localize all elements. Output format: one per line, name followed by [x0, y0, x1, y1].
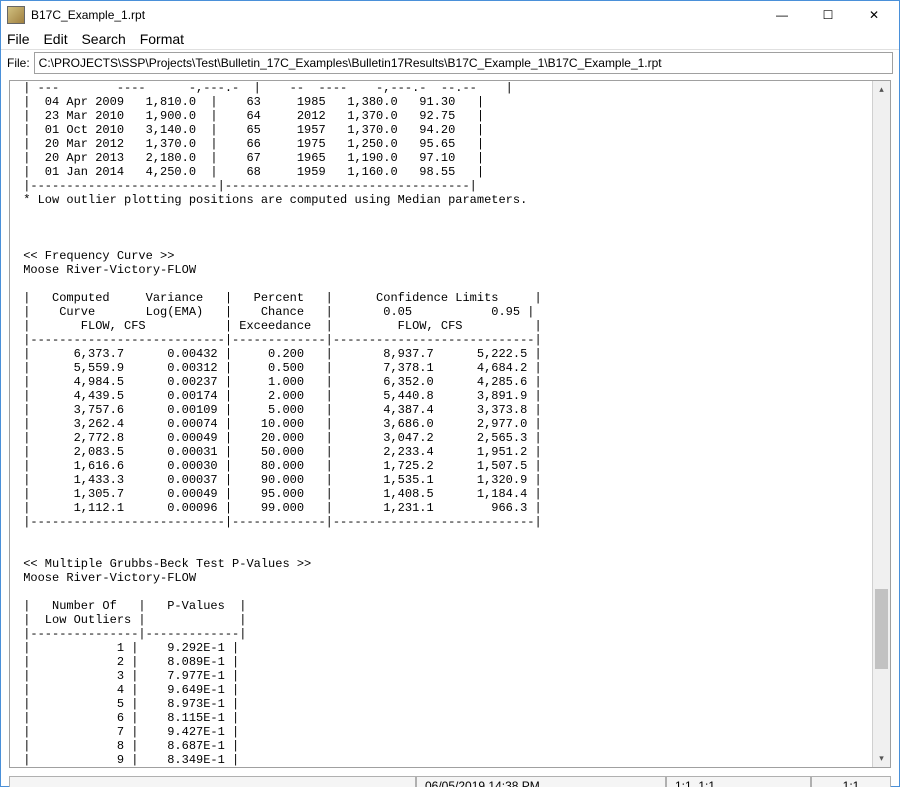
window-title: B17C_Example_1.rpt [31, 8, 759, 22]
status-timestamp: 06/05/2019 14:38 PM [416, 776, 666, 787]
status-position: 1:1..1:1 [666, 776, 811, 787]
minimize-button[interactable]: — [759, 1, 805, 29]
menu-file[interactable]: File [7, 31, 30, 47]
close-button[interactable]: ✕ [851, 1, 897, 29]
report-text[interactable]: | --- ---- -,---.- | -- ---- -,---.- --.… [10, 81, 872, 767]
menu-edit[interactable]: Edit [43, 31, 67, 47]
file-path-bar: File: [1, 50, 899, 76]
maximize-button[interactable]: ☐ [805, 1, 851, 29]
report-viewport: | --- ---- -,---.- | -- ---- -,---.- --.… [9, 80, 891, 768]
menubar: File Edit Search Format [1, 29, 899, 50]
scroll-up-arrow-icon[interactable]: ▴ [873, 81, 890, 98]
scroll-thumb[interactable] [875, 589, 888, 669]
statusbar: 06/05/2019 14:38 PM 1:1..1:1 1:1 [1, 774, 899, 787]
menu-format[interactable]: Format [140, 31, 184, 47]
app-icon [7, 6, 25, 24]
file-path-input[interactable] [34, 52, 893, 74]
file-label: File: [7, 56, 30, 70]
app-window: B17C_Example_1.rpt — ☐ ✕ File Edit Searc… [0, 0, 900, 787]
status-selection: 1:1 [811, 776, 891, 787]
titlebar: B17C_Example_1.rpt — ☐ ✕ [1, 1, 899, 29]
status-spacer-1 [9, 776, 416, 787]
scroll-down-arrow-icon[interactable]: ▾ [873, 750, 890, 767]
vertical-scrollbar[interactable]: ▴ ▾ [872, 81, 890, 767]
menu-search[interactable]: Search [81, 31, 125, 47]
